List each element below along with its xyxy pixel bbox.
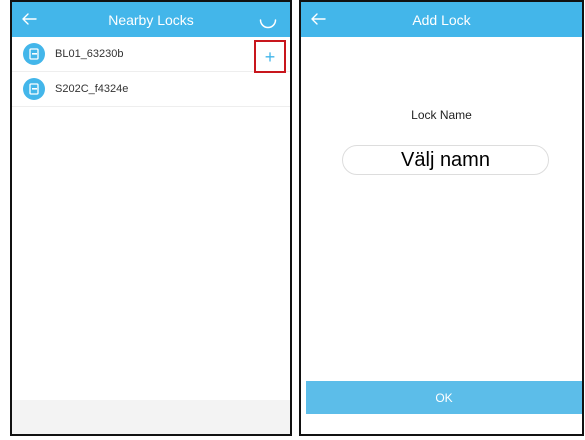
list-item-lock-2[interactable]: S202C_f4324e bbox=[12, 72, 290, 107]
lock-list: BL01_63230b + S202C_f4324e bbox=[12, 37, 290, 107]
bottom-bar bbox=[12, 400, 290, 434]
lock-icon bbox=[23, 78, 45, 100]
page-title: Nearby Locks bbox=[108, 11, 194, 28]
add-lock-screen: Add Lock Lock Name OK bbox=[299, 0, 584, 436]
nearby-locks-header: Nearby Locks bbox=[12, 2, 290, 37]
lock-name-field-label: Lock Name bbox=[411, 108, 472, 122]
nearby-locks-screen: Nearby Locks BL01_63230b + S202C_f4324e bbox=[10, 0, 292, 436]
page-title: Add Lock bbox=[412, 11, 471, 28]
add-lock-button[interactable]: + bbox=[254, 40, 286, 73]
refresh-icon[interactable] bbox=[258, 10, 278, 30]
add-lock-header: Add Lock bbox=[301, 2, 582, 37]
lock-name-label: BL01_63230b bbox=[55, 48, 124, 60]
list-item-lock-1[interactable]: BL01_63230b + bbox=[12, 37, 290, 73]
back-arrow-icon[interactable] bbox=[309, 10, 327, 28]
lock-name-label: S202C_f4324e bbox=[55, 83, 129, 95]
ok-button[interactable]: OK bbox=[306, 381, 582, 414]
lock-icon bbox=[23, 43, 45, 65]
plus-icon: + bbox=[264, 46, 276, 67]
lock-name-input[interactable] bbox=[342, 145, 549, 175]
back-arrow-icon[interactable] bbox=[20, 10, 38, 28]
